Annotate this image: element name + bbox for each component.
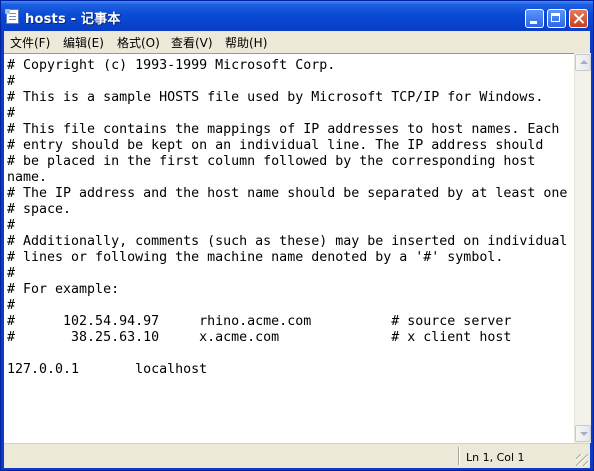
resize-grip-icon[interactable] — [576, 454, 588, 466]
menu-bar: 文件(F) 编辑(E) 格式(O) 查看(V) 帮助(H) — [4, 31, 590, 53]
menu-format[interactable]: 格式(O) — [117, 36, 160, 50]
menu-file[interactable]: 文件(F) — [10, 36, 50, 50]
notepad-icon[interactable] — [5, 9, 19, 24]
editor-text[interactable]: # Copyright (c) 1993-1999 Microsoft Corp… — [7, 58, 567, 378]
title-bar[interactable]: hosts - 记事本 — [1, 1, 593, 31]
scroll-up-button[interactable] — [575, 54, 591, 71]
text-editor[interactable]: # Copyright (c) 1993-1999 Microsoft Corp… — [4, 53, 574, 443]
menu-help[interactable]: 帮助(H) — [225, 36, 267, 50]
notepad-window: hosts - 记事本 文件(F) 编辑(E) 格式(O) 查看(V) 帮助(H… — [0, 0, 594, 471]
vertical-scrollbar[interactable] — [574, 53, 591, 443]
scroll-down-button[interactable] — [575, 425, 591, 442]
status-bar: Ln 1, Col 1 — [4, 443, 590, 468]
cursor-position: Ln 1, Col 1 — [466, 451, 525, 464]
status-divider — [458, 447, 459, 465]
window-title: hosts - 记事本 — [25, 12, 121, 27]
menu-view[interactable]: 查看(V) — [171, 36, 213, 50]
close-button[interactable] — [569, 9, 588, 28]
menu-edit[interactable]: 编辑(E) — [63, 36, 104, 50]
minimize-button[interactable] — [525, 9, 544, 28]
maximize-button[interactable] — [547, 9, 566, 28]
